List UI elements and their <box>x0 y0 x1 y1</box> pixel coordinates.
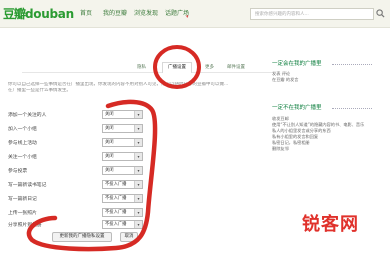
chevron-down-icon: ▾ <box>134 125 142 132</box>
setting-row: 上传一张照片 不投入广播 ▾ <box>8 208 148 219</box>
setting-select[interactable]: 关闭 ▾ <box>102 152 143 161</box>
setting-label: 分享照片到相册 <box>8 223 42 228</box>
chevron-down-icon: ▾ <box>134 195 142 202</box>
select-value: 关闭 <box>105 140 114 145</box>
setting-label: 加入一个小组 <box>8 127 37 132</box>
tab-privacy[interactable]: 隐私 <box>137 64 146 71</box>
setting-select[interactable]: 关闭 ▾ <box>102 110 143 119</box>
douban-logo[interactable]: 豆瓣 douban <box>3 6 74 22</box>
setting-select[interactable]: 关闭 ▾ <box>102 124 143 133</box>
setting-select[interactable]: 不投入广播 ▾ <box>102 220 143 229</box>
chevron-down-icon: ▾ <box>134 111 142 118</box>
chevron-down-icon: ▾ <box>134 167 142 174</box>
sidebar-title-always: 一定会在我的广播里 <box>272 61 322 67</box>
setting-select[interactable]: 不投入广播 ▾ <box>102 180 143 189</box>
setting-label: 参与线上活动 <box>8 141 37 146</box>
search-icon[interactable] <box>376 9 385 18</box>
setting-row: 参与线上活动 关闭 ▾ <box>8 138 148 149</box>
setting-row: 参与投票 关闭 ▾ <box>8 166 148 177</box>
search-input[interactable]: 搜索你感兴趣的内容和人... <box>250 8 374 20</box>
divider <box>332 64 372 66</box>
select-value: 关闭 <box>105 112 114 117</box>
sidebar-item: 在豆瓣 的发言 <box>272 77 299 82</box>
select-value: 关闭 <box>105 168 114 173</box>
chevron-down-icon: ▾ <box>134 221 142 228</box>
logo-chinese: 豆瓣 <box>3 7 26 21</box>
tab-email-settings[interactable]: 邮件设置 <box>227 64 245 71</box>
setting-label: 写一篇新日记 <box>8 197 37 202</box>
nav-home[interactable]: 首页 <box>80 9 92 18</box>
top-bar: 豆瓣 douban 首页 我的豆瓣 浏览发现 话题广场 ▾ 搜索你感兴趣的内容和… <box>0 0 390 28</box>
setting-select[interactable]: 不投入广播 ▾ <box>102 208 143 217</box>
setting-label: 关注一个小组 <box>8 155 37 160</box>
select-value: 不投入广播 <box>105 196 127 201</box>
nav-explore[interactable]: 浏览发现 <box>134 9 158 18</box>
tab-divider <box>22 72 272 73</box>
chevron-down-icon: ▾ <box>134 209 142 216</box>
select-value: 不投入广播 <box>105 210 127 215</box>
intro-text-2: 在广播里一些是什么事情发生。 <box>8 88 71 93</box>
select-value: 不投入广播 <box>105 222 127 227</box>
select-value: 关闭 <box>105 126 114 131</box>
setting-label: 参与投票 <box>8 169 28 174</box>
setting-select[interactable]: 关闭 ▾ <box>102 138 143 147</box>
chevron-down-icon: ▾ <box>134 153 142 160</box>
setting-label: 上传一张照片 <box>8 211 37 216</box>
select-value: 不投入广播 <box>105 182 127 187</box>
chevron-down-icon: ▾ <box>134 139 142 146</box>
watermark: 锐客网 <box>302 214 359 235</box>
sidebar-item: 删除友邻 <box>272 146 289 151</box>
update-privacy-button[interactable]: 更新我的广播隐私设置 <box>52 232 112 242</box>
setting-label: 添加一个关注的人 <box>8 113 47 118</box>
tab-more[interactable]: 更多 <box>205 64 214 71</box>
setting-row: 添加一个关注的人 关闭 ▾ <box>8 110 148 121</box>
setting-row: 写一篇新日记 不投入广播 ▾ <box>8 194 148 205</box>
nav-my-douban[interactable]: 我的豆瓣 <box>103 9 127 18</box>
setting-row: 分享照片到相册 不投入广播 ▾ <box>8 220 148 231</box>
setting-row: 写一篇新读书笔记 不投入广播 ▾ <box>8 180 148 191</box>
divider <box>332 108 372 110</box>
chevron-down-icon: ▾ <box>134 181 142 188</box>
tab-broadcast-settings[interactable]: 广播设置 <box>162 62 192 73</box>
logo-wordmark: douban <box>25 7 74 21</box>
setting-row: 加入一个小组 关闭 ▾ <box>8 124 148 135</box>
select-value: 关闭 <box>105 154 114 159</box>
nav-dropdown-icon[interactable]: ▾ <box>186 14 189 20</box>
setting-select[interactable]: 不投入广播 ▾ <box>102 194 143 203</box>
setting-row: 关注一个小组 关闭 ▾ <box>8 152 148 163</box>
setting-select[interactable]: 关闭 ▾ <box>102 166 143 175</box>
cancel-button[interactable]: 取消 <box>120 232 138 242</box>
setting-label: 写一篇新读书笔记 <box>8 183 47 188</box>
sidebar-title-never: 一定不在我的广播里 <box>272 105 322 111</box>
